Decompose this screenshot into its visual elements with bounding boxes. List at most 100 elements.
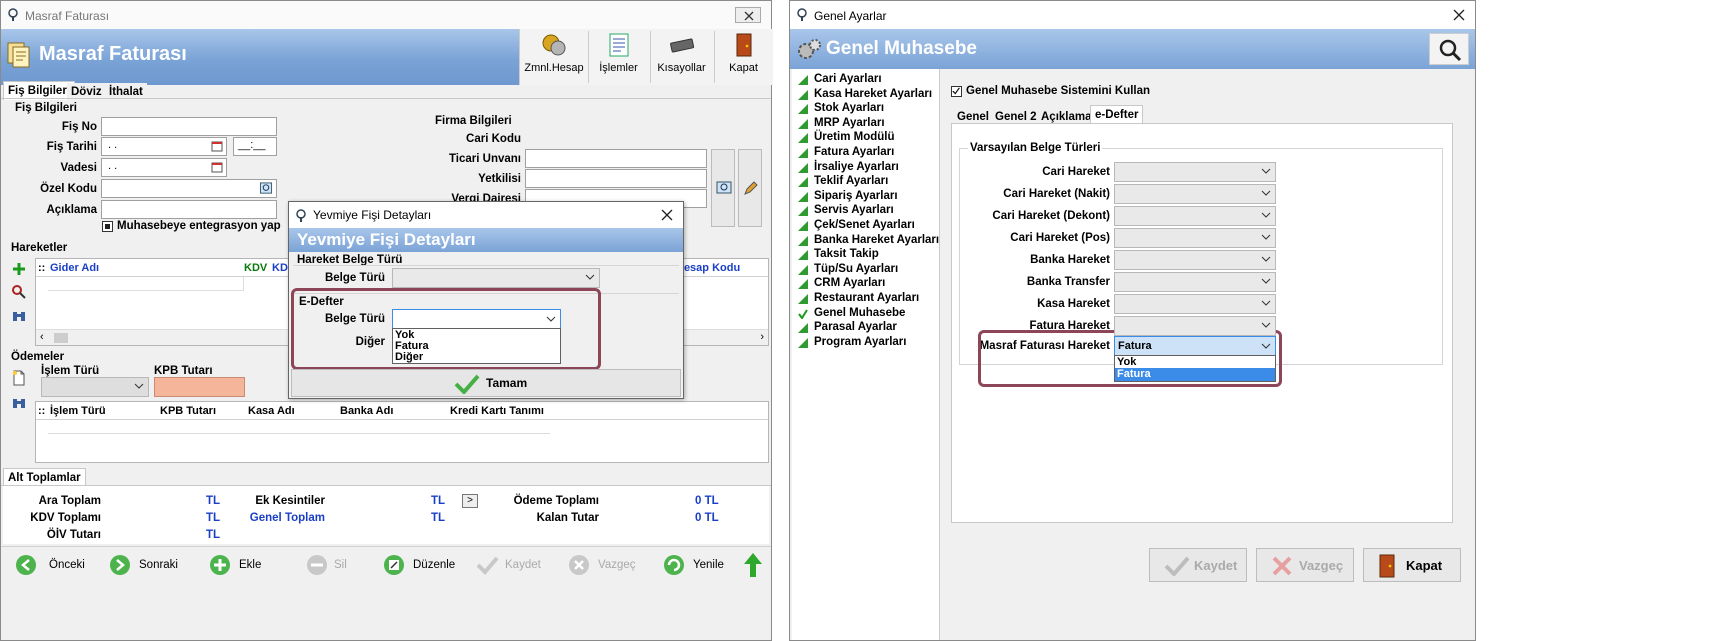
tree-item[interactable]: MRP Ayarları [814,117,885,129]
cari-lookup-button[interactable] [711,149,735,227]
col-islem-turu[interactable]: İşlem Türü [50,405,106,417]
duzenle-button[interactable]: Düzenle [383,554,463,578]
ekle-button[interactable]: Ekle [209,554,279,578]
col-kasa-adi[interactable]: Kasa Adı [248,405,295,417]
setting-row-select[interactable] [1114,162,1276,182]
tree-item[interactable]: Parasal Ayarlar [814,321,897,333]
setting-row-select[interactable] [1114,228,1276,248]
kisayollar-button[interactable]: Kısayollar [650,31,712,83]
nav-label: Sonraki [139,559,178,571]
tree-item[interactable]: Taksit Takip [814,248,879,260]
tree-item[interactable]: Stok Ayarları [814,102,884,114]
sonraki-button[interactable]: Sonraki [109,554,189,578]
setting-row-select[interactable] [1114,272,1276,292]
binoculars-icon[interactable] [11,395,27,411]
tree-item[interactable]: Sipariş Ayarları [814,190,898,202]
kaydet-button[interactable]: Kaydet [1149,548,1247,582]
setting-row-select[interactable] [1114,316,1276,336]
vadesi-input[interactable]: . . [101,158,227,177]
grid-handle: :: [38,405,46,417]
setting-row-select[interactable] [1114,250,1276,270]
fis-no-input[interactable] [101,117,277,136]
col-hesap-kodu[interactable]: Hesap Kodu [676,262,740,274]
odemeler-grid[interactable]: :: İşlem Türü KPB Tutarı Kasa Adı Banka … [35,401,769,463]
tab-e-defter[interactable]: e-Defter [1090,105,1144,124]
tree-item[interactable]: Üretim Modülü [814,131,895,143]
coins-icon [542,34,566,56]
zmnl-hesap-button[interactable]: Zmnl.Hesap [522,31,586,83]
tree-item[interactable]: Servis Ayarları [814,204,894,216]
ticari-unvani-input[interactable] [525,149,707,168]
calendar-icon[interactable] [211,140,223,152]
tamam-button[interactable]: Tamam [291,369,681,397]
col-kdv[interactable]: KDV [244,262,267,274]
setting-row-select[interactable] [1114,184,1276,204]
triangle-icon [798,177,808,188]
kapat-button[interactable]: Kapat [714,31,772,83]
col-kredi-karti[interactable]: Kredi Kartı Tanımı [450,405,544,417]
tree-item[interactable]: İrsaliye Ayarları [814,161,899,173]
chevron-down-icon [1261,168,1271,174]
use-gm-checkbox[interactable] [951,86,962,97]
tree-item[interactable]: CRM Ayarları [814,277,885,289]
toolbar-label: Kapat [729,62,758,74]
tree-item[interactable]: Genel Muhasebe [814,307,905,319]
yenile-button[interactable]: Yenile [663,554,733,578]
ozel-kodu-input[interactable] [101,179,277,198]
up-arrow-icon[interactable] [743,552,763,578]
search-icon[interactable] [11,284,27,300]
chevron-down-icon [585,274,595,280]
setting-row-select[interactable] [1114,206,1276,226]
lookup-icon[interactable] [259,182,273,195]
yetkilisi-input[interactable] [525,169,707,188]
tree-item[interactable]: Tüp/Su Ayarları [814,263,898,275]
scroll-left-icon[interactable]: ‹ [40,331,44,343]
vazgec-button[interactable]: Vazgeç [1256,548,1354,582]
new-document-icon[interactable] [11,370,27,386]
kpb-tutari-input[interactable] [154,377,245,397]
close-button[interactable] [735,7,761,23]
search-button[interactable] [1429,33,1469,65]
col-kpb-tutari[interactable]: KPB Tutarı [160,405,216,417]
title-bar: Masraf Faturası [1,1,771,29]
setting-row-select[interactable] [1114,294,1276,314]
use-gm-label: Genel Muhasebe Sistemini Kullan [966,85,1151,97]
setting-row-label: Cari Hareket (Pos) [1010,232,1110,244]
calendar-icon[interactable] [211,161,223,173]
close-icon[interactable] [661,209,673,221]
triangle-icon [798,89,808,100]
nav-label: Önceki [49,559,85,571]
sil-button[interactable]: Sil [306,554,366,578]
aciklama-input[interactable] [101,200,277,219]
hareket-belge-turu-select[interactable] [392,268,600,288]
tree-item[interactable]: Program Ayarları [814,336,906,348]
tree-item[interactable]: Restaurant Ayarları [814,292,919,304]
islem-turu-select[interactable] [41,377,149,397]
triangle-icon [798,118,808,129]
tree-item[interactable]: Kasa Hareket Ayarları [814,88,932,100]
kapat-button[interactable]: Kapat [1363,548,1461,582]
button-label: Kapat [1406,558,1443,573]
tree-item[interactable]: Teklif Ayarları [814,175,888,187]
fis-tarihi-input[interactable]: . . [101,137,227,156]
kaydet-button[interactable]: Kaydet [475,554,555,578]
fis-saati-input[interactable]: __:__ [233,137,277,156]
tree-item[interactable]: Çek/Senet Ayarları [814,219,915,231]
onceki-button[interactable]: Önceki [15,554,85,578]
vazgec-button[interactable]: Vazgeç [568,554,648,578]
col-banka-adi[interactable]: Banka Adı [340,405,393,417]
scroll-thumb[interactable] [54,333,68,343]
add-icon[interactable] [11,261,27,277]
tree-item[interactable]: Fatura Ayarları [814,146,894,158]
binoculars-icon[interactable] [11,308,27,324]
muhasebe-checkbox[interactable] [102,221,113,232]
scroll-right-icon[interactable]: › [760,331,764,343]
ek-kesintiler-value: TL [431,495,446,507]
ek-kesintiler-button[interactable]: > [462,494,478,508]
tree-item[interactable]: Cari Ayarları [814,73,882,85]
cari-edit-button[interactable] [738,149,762,227]
islemler-button[interactable]: İşlemler [588,31,648,83]
col-gider-adi[interactable]: Gider Adı [50,262,99,274]
tree-item[interactable]: Banka Hareket Ayarları [814,234,939,246]
close-icon[interactable] [1453,9,1465,21]
